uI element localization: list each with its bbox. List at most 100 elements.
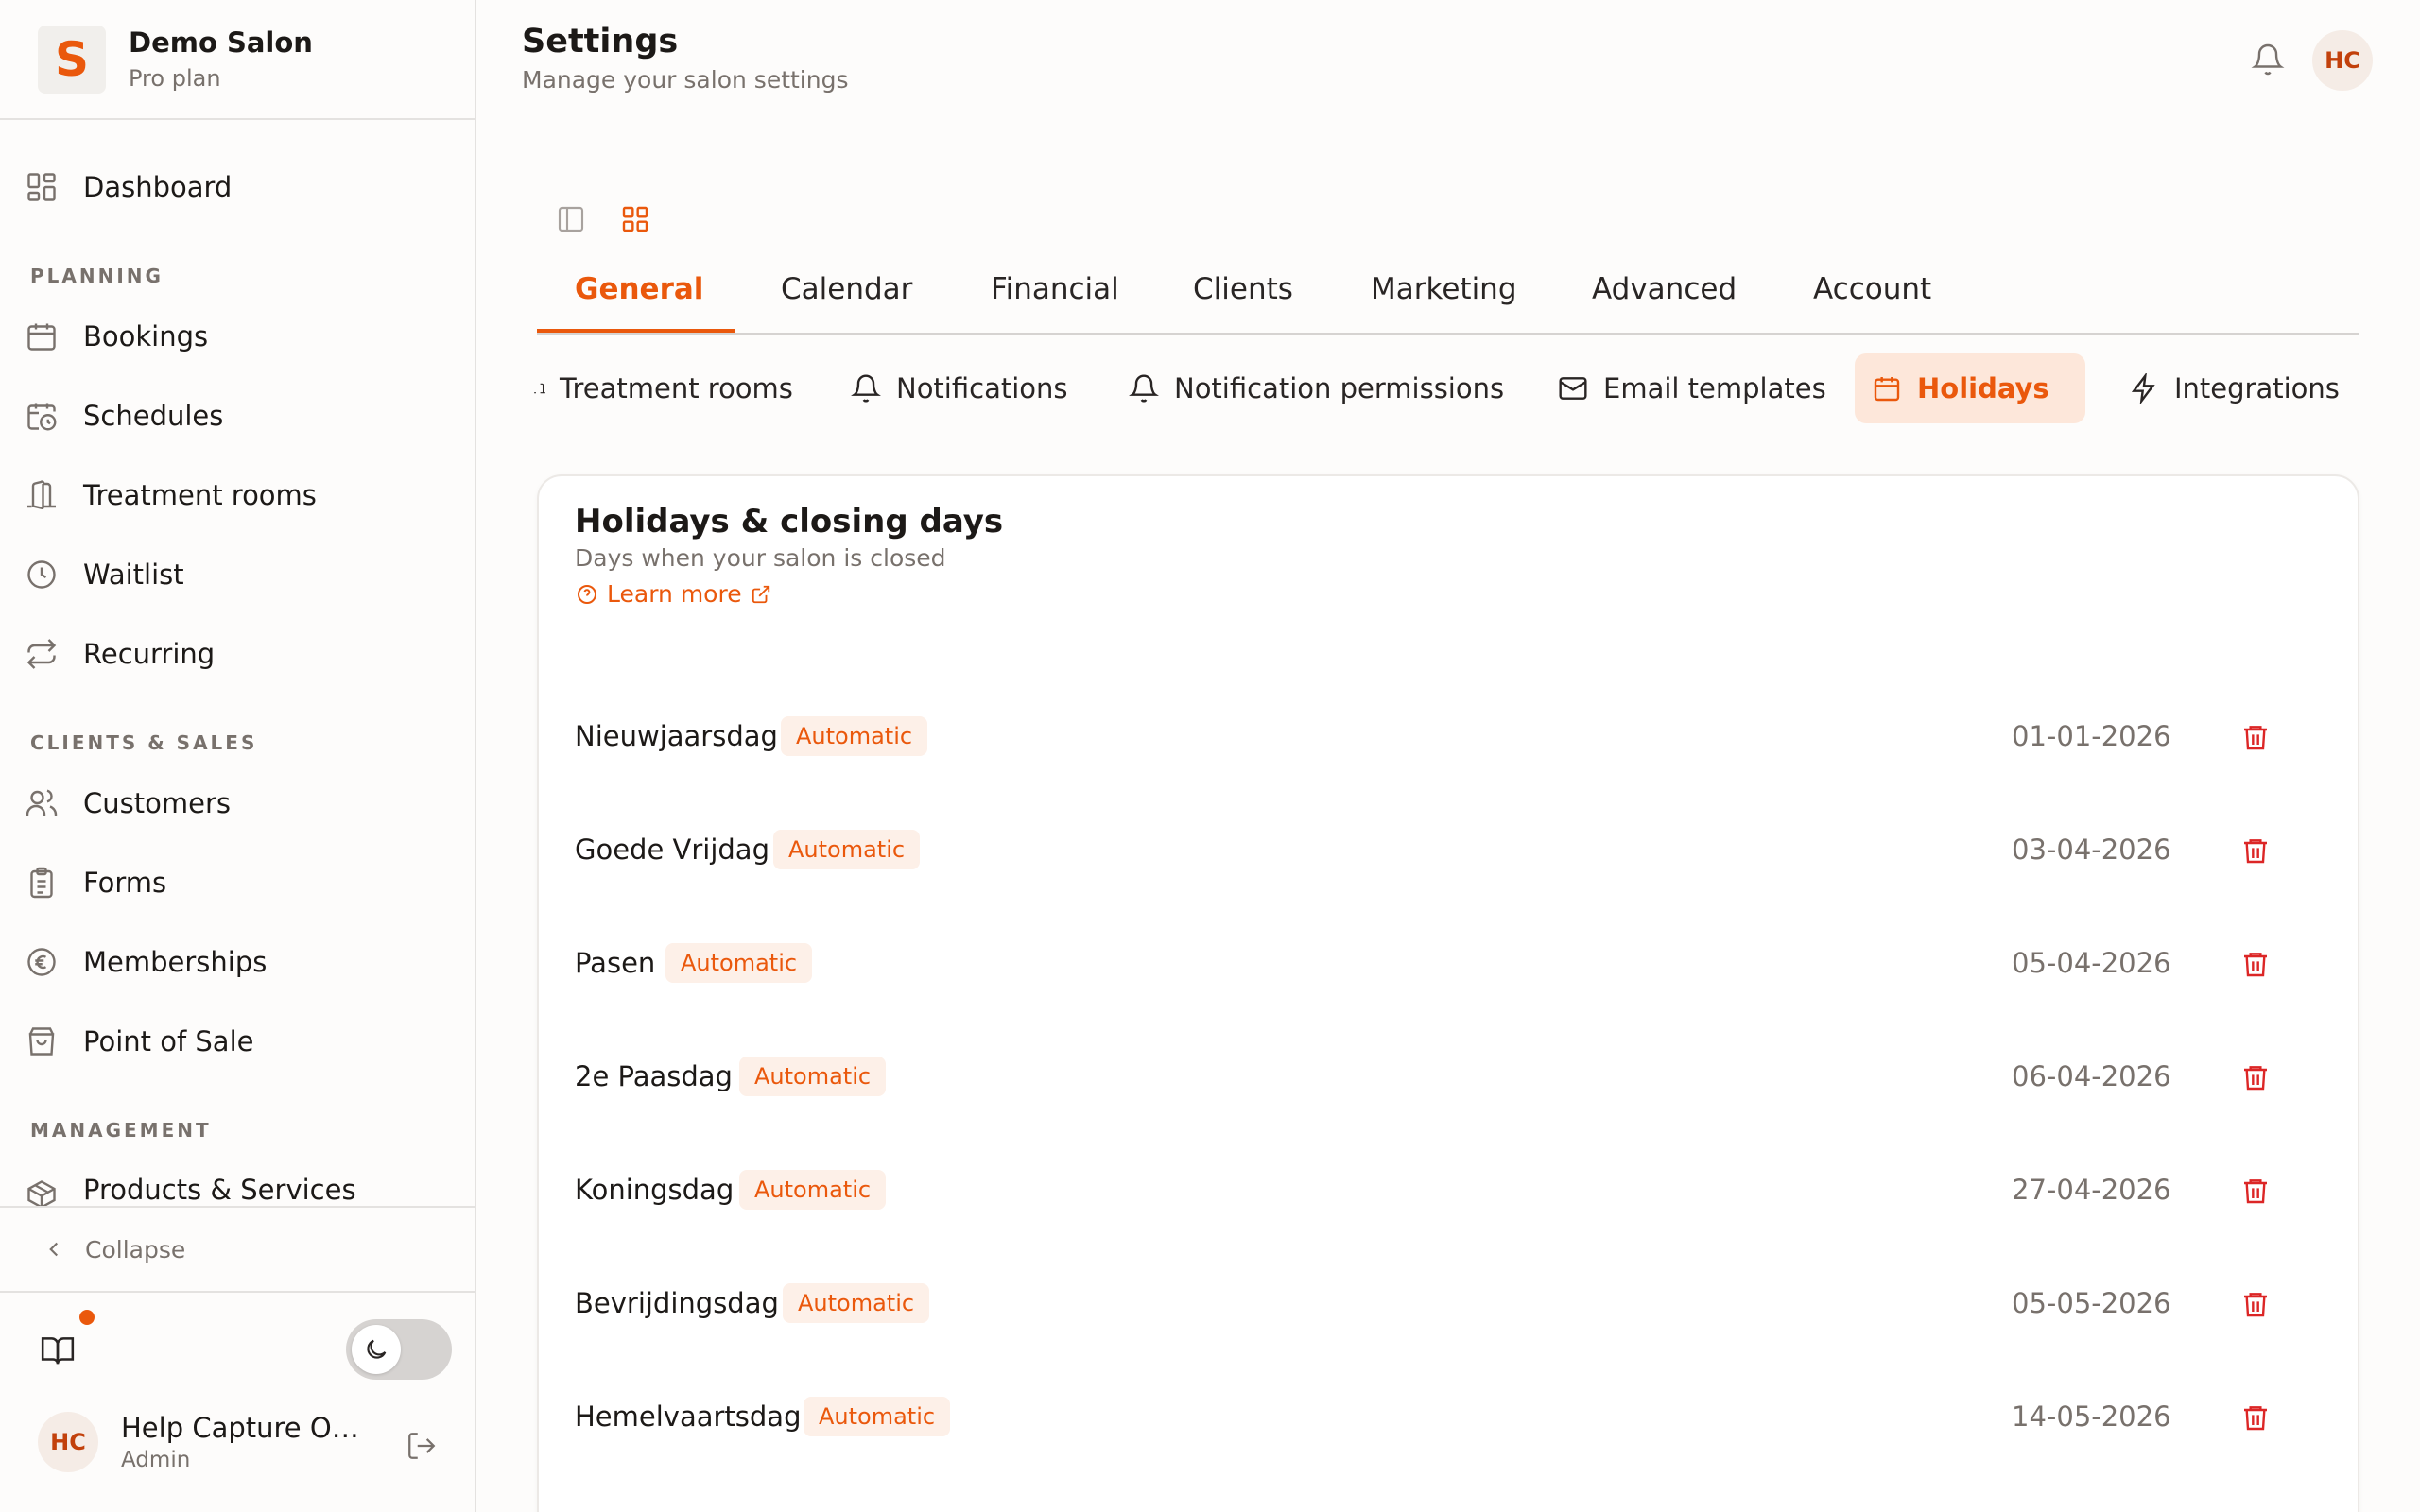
- trash-icon[interactable]: [2235, 716, 2276, 758]
- section-label-planning: PLANNING: [30, 265, 164, 287]
- trash-icon[interactable]: [2235, 1283, 2276, 1325]
- sidebar-item-products-services[interactable]: Products & Services: [21, 1164, 456, 1206]
- book-open-icon[interactable]: [36, 1329, 79, 1372]
- automatic-badge: Automatic: [739, 1057, 887, 1096]
- holiday-row: Bevrijdingsdag Automatic 05-05-2026: [575, 1278, 2276, 1334]
- sidebar-item-bookings[interactable]: Bookings: [21, 310, 456, 363]
- sidebar-item-treatment-rooms[interactable]: Treatment rooms: [21, 469, 456, 522]
- collapse-label: Collapse: [85, 1235, 186, 1263]
- learn-more-label: Learn more: [607, 580, 742, 608]
- holiday-name: Koningsdag: [575, 1174, 735, 1206]
- door-icon: [533, 371, 546, 405]
- automatic-badge: Automatic: [804, 1397, 951, 1436]
- holiday-name: Nieuwjaarsdag: [575, 720, 778, 752]
- tab-account[interactable]: Account: [1813, 265, 1931, 335]
- subtab-notification-permissions[interactable]: Notification permissions: [1112, 353, 1519, 423]
- trash-icon[interactable]: [2235, 830, 2276, 871]
- holiday-date: 05-05-2026: [2012, 1287, 2171, 1319]
- dark-mode-toggle[interactable]: [346, 1319, 452, 1380]
- sidebar-item-point-of-sale[interactable]: Point of Sale: [21, 1015, 456, 1068]
- subtab-integrations[interactable]: Integrations: [2112, 353, 2355, 423]
- sidebar-item-schedules[interactable]: Schedules: [21, 389, 456, 442]
- card-title: Holidays & closing days: [575, 503, 1004, 541]
- sidebar-item-label: Forms: [83, 867, 167, 899]
- subtab-treatment-rooms[interactable]: Treatment rooms: [518, 353, 808, 423]
- holiday-date: 03-04-2026: [2012, 833, 2171, 866]
- holiday-date: 14-05-2026: [2012, 1400, 2171, 1433]
- grid-layout-icon[interactable]: [616, 200, 654, 238]
- notifications-bell-icon[interactable]: [2246, 38, 2290, 81]
- tab-financial[interactable]: Financial: [991, 265, 1119, 335]
- sidebar: S Demo Salon Pro plan Dashboard PLANNING…: [0, 0, 476, 1512]
- holiday-row: 2e Paasdag Automatic 06-04-2026: [575, 1051, 2276, 1108]
- header-avatar[interactable]: HC: [2312, 30, 2373, 91]
- sidebar-item-customers[interactable]: Customers: [21, 777, 456, 830]
- external-link-icon: [750, 583, 772, 606]
- sidebar-item-label: Point of Sale: [83, 1025, 254, 1057]
- automatic-badge: Automatic: [739, 1170, 887, 1210]
- holiday-name: Hemelvaartsdag: [575, 1400, 802, 1433]
- subtab-email-templates[interactable]: Email templates: [1541, 353, 1841, 423]
- holiday-name: Bevrijdingsdag: [575, 1287, 779, 1319]
- package-icon: [21, 1174, 62, 1206]
- subtab-label: Integrations: [2174, 372, 2340, 404]
- tab-general[interactable]: General: [575, 265, 703, 335]
- subtab-label: Treatment rooms: [560, 372, 793, 404]
- subtab-label: Notifications: [896, 372, 1068, 404]
- sidebar-item-dashboard[interactable]: Dashboard: [21, 161, 456, 214]
- trash-icon[interactable]: [2235, 943, 2276, 985]
- subtab-label: Holidays: [1917, 372, 2049, 404]
- brand-header[interactable]: S Demo Salon Pro plan: [0, 0, 475, 120]
- sidebar-item-label: Recurring: [83, 638, 216, 670]
- subtab-label: Notification permissions: [1174, 372, 1505, 404]
- user-name: Help Capture Ow...: [121, 1412, 376, 1444]
- euro-icon: [21, 941, 62, 983]
- calendar-clock-icon: [21, 395, 62, 437]
- holiday-date: 27-04-2026: [2012, 1174, 2171, 1206]
- tab-advanced[interactable]: Advanced: [1592, 265, 1737, 335]
- bell-icon: [849, 371, 883, 405]
- sidebar-item-recurring[interactable]: Recurring: [21, 627, 456, 680]
- subtab-holidays[interactable]: Holidays: [1855, 353, 2085, 423]
- collapse-button[interactable]: Collapse: [0, 1206, 475, 1293]
- brand-name: Demo Salon: [129, 26, 313, 59]
- brand-logo: S: [38, 26, 106, 94]
- sidebar-item-label: Memberships: [83, 946, 268, 978]
- learn-more-link[interactable]: Learn more: [575, 580, 772, 608]
- holiday-name: Goede Vrijdag: [575, 833, 769, 866]
- trash-icon[interactable]: [2235, 1170, 2276, 1211]
- holiday-row: Hemelvaartsdag Automatic 14-05-2026: [575, 1391, 2276, 1448]
- trash-icon[interactable]: [2235, 1057, 2276, 1098]
- clipboard-icon: [21, 862, 62, 903]
- sidebar-item-label: Products & Services: [83, 1174, 356, 1206]
- automatic-badge: Automatic: [666, 943, 813, 983]
- sidebar-layout-icon[interactable]: [552, 200, 590, 238]
- tab-calendar[interactable]: Calendar: [781, 265, 912, 335]
- section-label-clients-sales: CLIENTS & SALES: [30, 731, 258, 754]
- shopping-bag-icon: [21, 1021, 62, 1062]
- automatic-badge: Automatic: [783, 1283, 930, 1323]
- sidebar-item-label: Waitlist: [83, 558, 184, 591]
- holiday-row: Nieuwjaarsdag Automatic 01-01-2026: [575, 711, 2276, 767]
- sidebar-item-waitlist[interactable]: Waitlist: [21, 548, 456, 601]
- holiday-date: 05-04-2026: [2012, 947, 2171, 979]
- holiday-name: 2e Paasdag: [575, 1060, 733, 1092]
- holiday-date: 01-01-2026: [2012, 720, 2171, 752]
- holiday-row: Koningsdag Automatic 27-04-2026: [575, 1164, 2276, 1221]
- tab-clients[interactable]: Clients: [1193, 265, 1293, 335]
- holiday-row: Pasen Automatic 05-04-2026: [575, 937, 2276, 994]
- calendar-icon: [1870, 371, 1904, 405]
- trash-icon[interactable]: [2235, 1397, 2276, 1438]
- sidebar-item-label: Treatment rooms: [83, 479, 317, 511]
- sidebar-item-forms[interactable]: Forms: [21, 856, 456, 909]
- holiday-date: 06-04-2026: [2012, 1060, 2171, 1092]
- tab-marketing[interactable]: Marketing: [1371, 265, 1517, 335]
- logout-icon[interactable]: [401, 1425, 442, 1467]
- sidebar-item-memberships[interactable]: Memberships: [21, 936, 456, 988]
- user-avatar[interactable]: HC: [38, 1412, 98, 1472]
- subtab-notifications[interactable]: Notifications: [834, 353, 1083, 423]
- sidebar-item-label: Dashboard: [83, 171, 233, 203]
- holiday-row: Goede Vrijdag Automatic 03-04-2026: [575, 824, 2276, 881]
- subtab-label: Email templates: [1603, 372, 1826, 404]
- card-description: Days when your salon is closed: [575, 544, 946, 572]
